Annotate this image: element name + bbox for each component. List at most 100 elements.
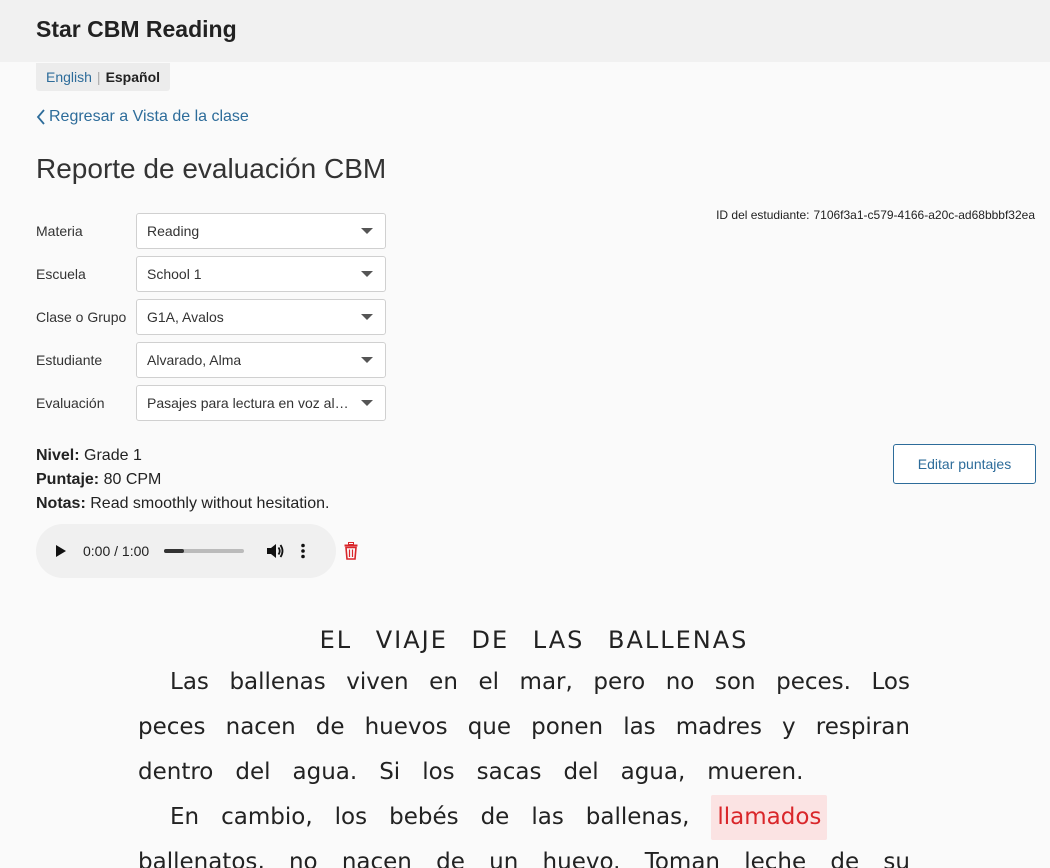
notes-label: Notas: [36,495,86,512]
passage-word[interactable]: agua. [293,750,358,795]
filter-row-student: Estudiante Alvarado, Alma [36,338,386,381]
passage-word[interactable]: de [316,705,345,750]
filter-label: Estudiante [36,351,103,368]
passage-word[interactable]: Toman [645,840,720,868]
level-line: Nivel: Grade 1 [36,444,329,468]
more-options-icon[interactable] [300,543,306,559]
passage-line: Las ballenas viven en el mar, pero no son peces. L… [138,660,910,705]
volume-icon[interactable] [266,543,284,559]
notes-line: Notas: Read smoothly without hesitation. [36,492,329,516]
app-title: Star CBM Reading [36,16,237,42]
passage-word-error[interactable]: llamados [711,795,828,840]
passage-word[interactable]: mar, [520,660,573,705]
passage-word[interactable]: Las [170,660,209,705]
passage-word[interactable]: el [478,660,499,705]
audio-player: 0:00 / 1:00 [36,524,336,578]
passage-word[interactable]: sacas [477,750,542,795]
passage-word[interactable]: que [468,705,511,750]
play-icon[interactable] [56,545,66,557]
passage-word[interactable]: del [235,750,270,795]
score-label: Puntaje: [36,471,100,488]
filter-row-class: Clase o Grupo G1A, Avalos [36,295,386,338]
school-select[interactable]: School 1 [136,255,386,292]
passage-word[interactable]: Si [379,750,400,795]
passage-word[interactable]: ballenatos, [138,840,265,868]
passage-word[interactable]: peces. [776,660,851,705]
chevron-down-icon [361,399,373,406]
filter-label: Materia [36,222,83,239]
passage-word[interactable]: En [170,795,199,840]
passage-word[interactable]: los [422,750,454,795]
audio-progress-bar[interactable] [164,549,245,553]
passage-word[interactable]: madres [676,705,762,750]
passage-word[interactable]: las [531,795,563,840]
reading-passage: EL VIAJE DE LAS BALLENAS Las ballenas vive… [138,620,910,868]
passage-word[interactable]: leche [744,840,806,868]
filter-label: Evaluación [36,394,105,411]
select-value: Alvarado, Alma [147,351,242,368]
passage-word[interactable]: viven [346,660,408,705]
student-id: ID del estudiante: 7106f3a1-c579-4166-a20… [716,208,1035,222]
passage-word[interactable]: huevos [365,705,448,750]
passage-word[interactable]: pero [593,660,645,705]
assessment-select[interactable]: Pasajes para lectura en voz alta 1 [136,384,386,421]
passage-line: En cambio, los bebés de las ballenas, llamados [138,795,910,840]
back-to-class-view-link[interactable]: Regresar a Vista de la clase [36,108,249,126]
language-separator: | [96,69,101,85]
passage-word[interactable]: bebés [389,795,458,840]
chevron-down-icon [361,227,373,234]
passage-line: dentro del agua. Si los sacas del agua, mueren. [138,750,910,795]
back-link-label: Regresar a Vista de la clase [49,108,249,125]
language-switcher: English | Español [36,63,171,91]
passage-word[interactable]: mueren. [707,750,803,795]
passage-word[interactable]: peces [138,705,206,750]
audio-time: 0:00 / 1:00 [83,543,150,559]
student-id-value: 7106f3a1-c579-4166-a20c-ad68bbbf32ea [813,208,1035,222]
passage-word[interactable]: de [481,795,510,840]
passage-word[interactable]: de [830,840,859,868]
passage-word[interactable]: respiran [816,705,910,750]
language-spanish-current: Español [105,69,161,85]
passage-line: ballenatos, no nacen de un huevo. Toman leche de… [138,840,910,868]
passage-word[interactable]: ballenas [229,660,325,705]
passage-word[interactable]: dentro [138,750,213,795]
passage-word[interactable]: nacen [226,705,296,750]
edit-scores-button[interactable]: Editar puntajes [893,444,1036,484]
student-id-label: ID del estudiante: [716,208,810,222]
language-english-link[interactable]: English [46,69,92,85]
passage-word[interactable]: son [715,660,756,705]
app-header: Star CBM Reading [0,0,1050,62]
passage-word[interactable]: agua, [621,750,686,795]
passage-word[interactable]: de [436,840,465,868]
passage-word[interactable]: los [335,795,367,840]
passage-word[interactable]: Los [871,660,909,705]
chevron-down-icon [361,313,373,320]
audio-progress-fill [164,549,185,553]
filter-label: Escuela [36,265,86,282]
filter-row-subject: Materia Reading [36,209,386,252]
passage-word[interactable]: su [883,840,910,868]
passage-word[interactable]: no [289,840,318,868]
page-title: Reporte de evaluación CBM [36,153,387,184]
student-select[interactable]: Alvarado, Alma [136,341,386,378]
passage-word[interactable]: un [489,840,518,868]
passage-word[interactable]: y [782,705,796,750]
level-label: Nivel: [36,447,80,464]
class-select[interactable]: G1A, Avalos [136,298,386,335]
passage-word[interactable]: ballenas, [586,795,690,840]
filter-row-school: Escuela School 1 [36,252,386,295]
select-value: G1A, Avalos [147,308,224,325]
passage-word[interactable]: huevo. [543,840,621,868]
passage-word[interactable]: nacen [342,840,412,868]
passage-word[interactable]: cambio, [221,795,313,840]
delete-recording-icon[interactable] [344,542,358,560]
passage-line: peces nacen de huevos que ponen las madres y resp… [138,705,910,750]
passage-word[interactable]: las [623,705,655,750]
notes-value: Read smoothly without hesitation. [90,495,330,512]
passage-word[interactable]: ponen [531,705,603,750]
select-value: Reading [147,222,200,239]
passage-word[interactable]: en [429,660,458,705]
passage-word[interactable]: del [563,750,598,795]
subject-select[interactable]: Reading [136,212,386,249]
passage-word[interactable]: no [666,660,695,705]
